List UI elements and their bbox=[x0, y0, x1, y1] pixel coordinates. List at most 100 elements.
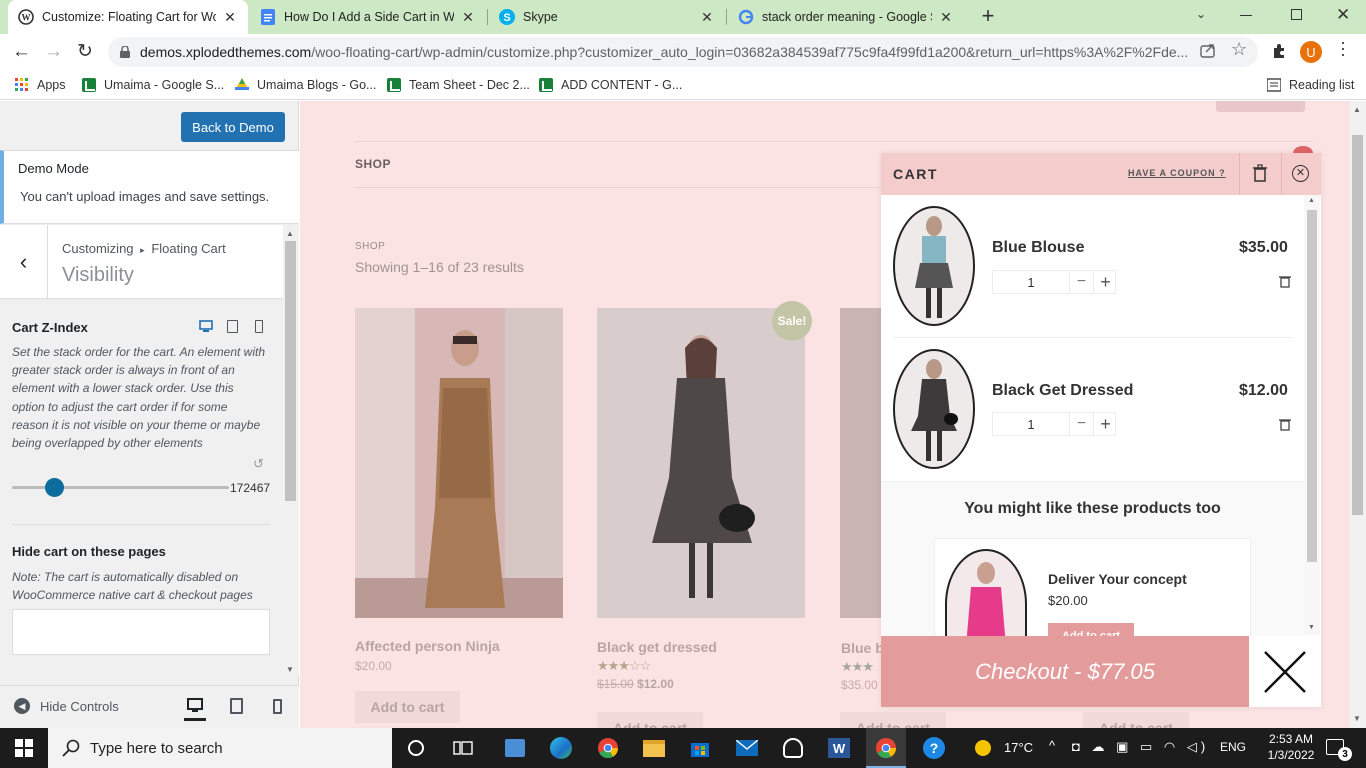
cart-item-image[interactable] bbox=[893, 349, 975, 469]
checkout-button[interactable]: Checkout - $77.05 bbox=[881, 636, 1249, 707]
quantity-value[interactable]: 1 bbox=[993, 271, 1069, 293]
reading-list[interactable]: Reading list bbox=[1266, 76, 1354, 94]
add-to-cart-button[interactable]: Add to cart bbox=[1083, 712, 1189, 728]
product-title[interactable]: Black get dressed bbox=[597, 639, 717, 655]
add-to-cart-button[interactable]: Add to cart bbox=[355, 691, 460, 723]
weather-icon[interactable] bbox=[971, 736, 995, 760]
zindex-slider-thumb[interactable] bbox=[45, 478, 64, 497]
close-tab-icon[interactable]: ✕ bbox=[699, 9, 715, 26]
bookmark-apps[interactable]: Apps bbox=[15, 76, 66, 94]
minimize-icon[interactable] bbox=[1240, 15, 1252, 16]
plus-icon[interactable]: + bbox=[1093, 413, 1117, 435]
temperature[interactable]: 17°C bbox=[1004, 740, 1033, 755]
bookmark-team-sheet[interactable]: Team Sheet - Dec 2... bbox=[387, 76, 530, 94]
product-title[interactable]: Blue b bbox=[841, 640, 884, 656]
tab-side-cart[interactable]: How Do I Add a Side Cart in Woo ✕ bbox=[250, 0, 486, 34]
tab-google-search[interactable]: stack order meaning - Google Se ✕ bbox=[728, 0, 964, 34]
bookmark-add-content[interactable]: ADD CONTENT - G... bbox=[539, 76, 682, 94]
device-mobile-icon[interactable] bbox=[255, 320, 263, 333]
edge-icon[interactable] bbox=[549, 736, 573, 760]
address-bar[interactable]: demos.xplodedthemes.com/woo-floating-car… bbox=[108, 37, 1258, 67]
close-window-icon[interactable]: ✕ bbox=[1336, 5, 1350, 25]
panel-scroll-thumb[interactable] bbox=[285, 241, 296, 501]
help-icon[interactable]: ? bbox=[922, 736, 946, 760]
clock-time[interactable]: 2:53 AM bbox=[1261, 732, 1321, 746]
tray-icons[interactable]: ◘ ☁ ▣ ▭ ◠ ◁) bbox=[1072, 739, 1209, 755]
product-image[interactable] bbox=[355, 308, 563, 618]
remove-item-icon[interactable] bbox=[1279, 417, 1291, 431]
preview-mobile-icon[interactable] bbox=[273, 699, 282, 714]
clock-date[interactable]: 1/3/2022 bbox=[1261, 748, 1321, 762]
coupon-link[interactable]: HAVE A COUPON ? bbox=[1128, 168, 1226, 178]
scroll-down-icon[interactable]: ▼ bbox=[286, 665, 294, 674]
cart-item-name[interactable]: Blue Blouse bbox=[992, 239, 1084, 257]
store-icon[interactable] bbox=[688, 736, 712, 760]
tab-customize[interactable]: W Customize: Floating Cart for Woo ✕ bbox=[8, 0, 248, 34]
preview-desktop-icon[interactable] bbox=[184, 696, 206, 721]
product-image[interactable] bbox=[597, 308, 805, 618]
close-circle-icon[interactable]: ✕ bbox=[1292, 165, 1309, 182]
language[interactable]: ENG bbox=[1220, 740, 1246, 754]
cart-scrollbar[interactable]: ▲ ▼ bbox=[1304, 195, 1320, 635]
forward-arrow-icon[interactable]: → bbox=[44, 41, 63, 63]
mail-icon[interactable] bbox=[735, 736, 759, 760]
windows-start-icon[interactable] bbox=[12, 736, 36, 760]
bookmark-umaima-sheets[interactable]: Umaima - Google S... bbox=[82, 76, 224, 94]
bookmark-umaima-blogs[interactable]: Umaima Blogs - Go... bbox=[235, 76, 376, 94]
shop-breadcrumb[interactable]: SHOP bbox=[355, 241, 385, 252]
device-tablet-icon[interactable] bbox=[227, 320, 238, 333]
plus-icon[interactable]: + bbox=[1093, 271, 1117, 293]
add-to-cart-button[interactable]: Add to cart bbox=[597, 712, 703, 728]
taskbar-search[interactable]: Type here to search bbox=[48, 728, 392, 768]
close-tab-icon[interactable]: ✕ bbox=[938, 9, 954, 26]
product-title[interactable]: Affected person Ninja bbox=[355, 638, 500, 654]
close-tab-icon[interactable]: ✕ bbox=[222, 9, 238, 26]
reset-icon[interactable]: ↺ bbox=[253, 456, 264, 472]
menu-dots-icon[interactable]: ··· bbox=[1334, 40, 1354, 58]
minus-icon[interactable]: − bbox=[1069, 271, 1093, 293]
back-to-demo-button[interactable]: Back to Demo bbox=[181, 112, 285, 142]
minus-icon[interactable]: − bbox=[1069, 413, 1093, 435]
file-explorer-icon[interactable] bbox=[642, 736, 666, 760]
close-tab-icon[interactable]: ✕ bbox=[460, 9, 476, 26]
extensions-icon[interactable] bbox=[1271, 43, 1287, 59]
close-cart-icon[interactable] bbox=[1249, 636, 1321, 707]
trash-icon[interactable] bbox=[1252, 164, 1268, 182]
cortana-icon[interactable] bbox=[404, 736, 428, 760]
device-desktop-icon[interactable] bbox=[199, 320, 213, 333]
page-scroll-thumb[interactable] bbox=[1352, 135, 1363, 515]
tab-search-icon[interactable]: ⌄ bbox=[1196, 7, 1206, 21]
reload-icon[interactable]: ↻ bbox=[77, 40, 93, 63]
hide-pages-input[interactable] bbox=[12, 609, 270, 655]
task-view-icon[interactable] bbox=[451, 736, 475, 760]
bookmark-star-icon[interactable]: ☆ bbox=[1231, 39, 1247, 60]
word-icon[interactable]: W bbox=[827, 736, 851, 760]
back-chevron-icon[interactable]: ‹ bbox=[0, 225, 48, 299]
restore-icon[interactable] bbox=[1291, 9, 1302, 20]
app-icon[interactable] bbox=[781, 736, 805, 760]
back-arrow-icon[interactable]: ← bbox=[12, 41, 31, 63]
profile-avatar[interactable]: U bbox=[1300, 41, 1322, 63]
add-to-cart-button[interactable]: Add to cart bbox=[840, 712, 946, 728]
app-icon[interactable] bbox=[503, 736, 527, 760]
cart-item-name[interactable]: Black Get Dressed bbox=[992, 382, 1133, 400]
chrome-icon[interactable] bbox=[874, 736, 898, 760]
zindex-value[interactable]: 172467 bbox=[230, 481, 270, 495]
menu-shop[interactable]: SHOP bbox=[355, 157, 391, 171]
share-icon[interactable] bbox=[1200, 43, 1216, 59]
remove-item-icon[interactable] bbox=[1279, 274, 1291, 288]
page-scrollbar[interactable]: ▲ ▼ bbox=[1350, 101, 1366, 728]
scroll-up-icon[interactable]: ▲ bbox=[286, 229, 294, 238]
hide-controls-button[interactable]: ◀ Hide Controls bbox=[14, 698, 119, 714]
chrome-icon[interactable] bbox=[596, 736, 620, 760]
quantity-value[interactable]: 1 bbox=[993, 413, 1069, 435]
tray-chevron-icon[interactable]: ^ bbox=[1049, 738, 1055, 753]
upsell-name[interactable]: Deliver Your concept bbox=[1048, 571, 1187, 587]
cart-item-image[interactable] bbox=[893, 206, 975, 326]
new-tab-icon[interactable]: + bbox=[977, 5, 999, 27]
tab-skype[interactable]: S Skype ✕ bbox=[489, 0, 725, 34]
quantity-stepper[interactable]: 1 − + bbox=[992, 412, 1116, 436]
preview-tablet-icon[interactable] bbox=[230, 698, 243, 714]
cart-scroll-thumb[interactable] bbox=[1307, 210, 1317, 562]
quantity-stepper[interactable]: 1 − + bbox=[992, 270, 1116, 294]
